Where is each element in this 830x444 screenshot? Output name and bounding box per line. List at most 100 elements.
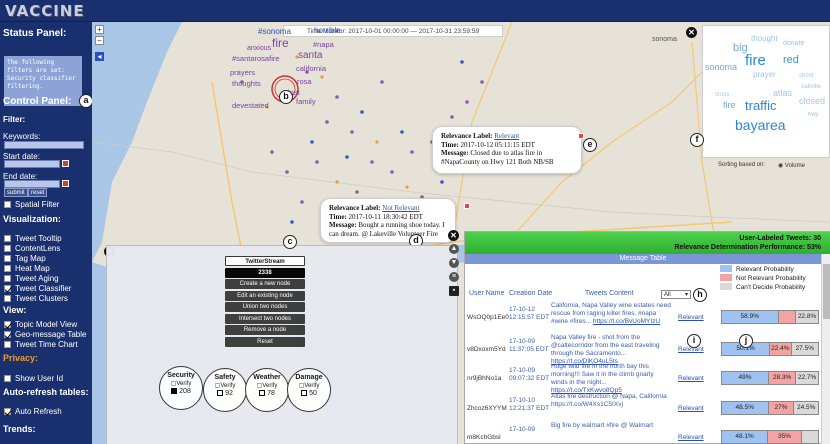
viz-heat-map[interactable]: Heat Map [4,264,50,273]
not-relevant-prob: 35% [768,431,802,443]
row-date: 17-10-09 09:07:32 EDT [509,367,550,382]
close-icon[interactable]: ✕ [448,230,459,241]
table-row[interactable]: WsOQ0p1Ee0 17-10-12 12:15:57 EDT California… [465,302,821,332]
view-geo-message-table[interactable]: Geo-message Table [4,330,86,339]
start-date-input[interactable] [4,160,60,168]
zoom-in-button[interactable]: + [95,25,104,34]
relevance-label-link[interactable]: Relevant [494,132,519,140]
viz-tweet-classifier[interactable]: Tweet Classifier [4,284,71,293]
expand-icon[interactable]: ▪ [449,286,459,296]
table-row[interactable]: v8Dxoxm5Yd 17-10-09 11:37:05 EDT Napa Valle… [465,334,821,365]
relevance-label-link[interactable]: Not Relevant [382,204,419,212]
sort-volume-radio[interactable]: ◉ Volume [778,162,805,169]
view-tweet-time-chart[interactable]: Tweet Time Chart [4,340,78,349]
privacy-title: Privacy: [3,353,39,363]
end-date-input[interactable] [4,180,60,188]
submit-button[interactable]: submit [4,188,28,197]
show-user-id-checkbox[interactable]: Show User Id [4,374,63,383]
row-relevance-label[interactable]: Relevant [678,314,704,321]
row-relevance-label[interactable]: Relevant [678,434,704,441]
row-content: Huge wild fire in the north bay this mor… [551,363,654,394]
word-cloud-panel: big thought donate fire red sonoma praye… [702,25,830,158]
cloud-word: traffic [745,98,777,113]
row-user: Zhcoz6XYYM [467,405,507,412]
cloud-word: cross [715,92,730,98]
calendar-icon[interactable] [62,180,69,187]
tag-word: rosa [297,77,312,86]
cloud-word: red [783,54,799,66]
relevant-prob: 58.9% [722,311,779,323]
viz-tweet-tooltip[interactable]: Tweet Tooltip [4,234,62,243]
remove-node-button[interactable]: Remove a node [225,325,305,335]
auto-refresh-checkbox[interactable]: Auto Refresh [4,407,62,416]
popup-tick[interactable] [578,133,584,139]
viz-tweet-clusters[interactable]: Tweet Clusters [4,294,68,303]
row-link[interactable]: https://t.co/BvUoMYIzU [593,318,660,325]
arrow-up-icon[interactable]: ▲ [449,244,459,254]
row-user: nr9jBhNo1a [467,375,502,382]
cloud-word: shoot [799,73,814,79]
table-scrollbar[interactable] [821,254,830,444]
label-filter-dropdown[interactable]: All ▾ [661,290,691,299]
cloud-word: donate [783,40,805,47]
sort-row: Sorting based on: ◉ Volume [712,161,830,171]
map-view[interactable]: Time Monitor: 2017-10-01 00:00:00 — 2017… [92,22,830,444]
not-relevant-prob: 27% [768,402,795,414]
col-user-name[interactable]: User Name [469,290,504,297]
row-relevance-label[interactable]: Relevant [678,405,704,412]
tag-word: devestated [232,101,269,110]
spatial-filter-checkbox[interactable]: Spatial Filter [4,200,59,209]
zoom-out-button[interactable]: − [95,36,104,45]
cant-decide-prob: 24.5% [794,402,818,414]
probability-bar: 49% 28.3% 22.7% [721,371,819,385]
close-icon[interactable]: ✕ [686,27,697,38]
table-row[interactable]: nr9jBhNo1a 17-10-09 09:07:32 EDT Huge wild … [465,363,821,394]
create-node-button[interactable]: Create a new node [225,279,305,289]
edit-node-button[interactable]: Edit an existing node [225,290,305,301]
table-row[interactable]: m8KchGbsl 17-10-09 Big fire by walmart #fi… [465,422,821,444]
not-relevant-prob [778,311,797,323]
viz-contentlens[interactable]: ContentLens [4,244,60,253]
viz-tag-map[interactable]: Tag Map [4,254,46,263]
cloud-word: bayarea [735,117,786,133]
reset-button[interactable]: Reset [225,336,305,347]
row-content: Napa Valley fire - shot from the @caltec… [551,334,660,365]
cant-decide-prob: 22.7% [796,372,818,384]
marker-i: i [687,334,701,348]
trends-title: Trends: [3,424,36,434]
popup-tick[interactable] [464,203,470,209]
menu-icon[interactable]: ≡ [449,272,459,282]
arrow-down-icon[interactable]: ▼ [449,258,459,268]
viz-tweet-aging[interactable]: Tweet Aging [4,274,59,283]
topic-node-safety[interactable]: Safety ▢Verify 92 [203,368,247,412]
row-relevance-label[interactable]: Relevant [678,375,704,382]
cloud-word: fire [723,100,736,110]
marker-f: f [690,133,704,147]
layer-icon[interactable]: ◂ [95,52,104,61]
marker-a: a [79,94,93,108]
probability-bar: 48.1% 35% [721,430,819,444]
cant-decide-prob: 22.8% [796,311,818,323]
intersect-nodes-button[interactable]: Intersect two nodes [225,313,305,324]
user-labeled-count: User-Labeled Tweets: 30 [739,235,821,242]
union-nodes-button[interactable]: Union two nodes [225,302,305,312]
topic-node-damage[interactable]: Damage ▢Verify 50 [287,368,331,412]
col-tweets-content[interactable]: Tweets Content [585,290,634,297]
probability-bar: 50.1% 22.4% 27.5% [721,342,819,356]
topic-node-weather[interactable]: Weather ▢Verify 78 [245,368,289,412]
keywords-input[interactable] [4,141,84,149]
row-date: 17-10-09 [509,426,536,433]
view-topic-model[interactable]: Topic Model View [4,320,77,329]
keywords-label: Keywords: [3,132,41,141]
table-row[interactable]: Zhcoz6XYYM 17-10-10 12:21:37 EDT Atlas fire… [465,393,821,423]
row-user: m8KchGbsl [467,434,501,441]
col-creation-date[interactable]: Creation Date [509,290,552,297]
cloud-word: thought [751,34,778,43]
status-panel-title: Status Panel: [3,28,67,39]
topic-node-security[interactable]: Security ▢Verify 208 [159,366,203,410]
twitterstream-title: TwitterStream [225,256,305,266]
relevant-prob: 48.1% [722,431,769,443]
row-user: WsOQ0p1Ee0 [467,314,509,321]
reset-button[interactable]: reset [28,188,48,197]
calendar-icon[interactable] [62,160,69,167]
